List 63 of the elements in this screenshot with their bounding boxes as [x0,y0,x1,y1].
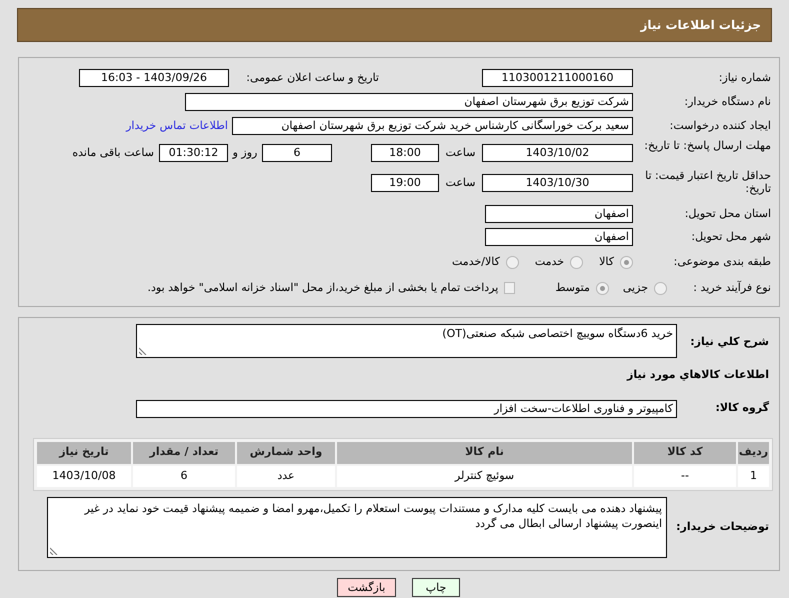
column-header: نام کالا [337,442,632,464]
input-field: اصفهان [485,205,633,223]
resize-handle-icon[interactable] [50,546,58,554]
option-label: خدمت [534,254,564,270]
option-label: متوسط [555,280,590,296]
radio-button[interactable] [596,282,609,294]
option-label: کالا/خدمت [452,254,500,270]
field-label: شماره نیاز: [718,70,771,86]
table-cell: -- [634,466,736,486]
time-label: ساعت [444,144,476,161]
column-header: تاریخ نیاز [37,442,131,464]
option-label: کالا [599,254,614,270]
input-field: 6 [262,144,332,162]
print-button[interactable]: چاپ [412,578,460,596]
table-cell: سوئیچ کنترلر [337,466,632,486]
input-field: اصفهان [485,228,633,246]
input-field: 1403/10/30 [482,174,633,192]
input-field: 1103001211000160 [482,69,633,87]
buyer-contact-link[interactable]: اطلاعات تماس خریدار [126,118,228,134]
field-label: شهر محل تحویل: [690,228,771,245]
text-area[interactable]: پیشنهاد دهنده می بایست کلیه مدارک و مستندات پیوست استعلام را تکمیل،مهرو امضا و ضمیمه پیشنهاد قیمت خود نماید در غیر اینصورت پیشنهاد ارسالی ابطال می گردد [47,496,667,558]
input-field: کامپیوتر و فناوری اطلاعات-سخت افزار [136,400,677,418]
field-label: استان محل تحویل: [684,206,771,222]
checkbox[interactable] [504,282,516,294]
table-cell: 1 [738,466,769,486]
days-label: روز و [231,144,258,161]
page-title: جزئیات اطلاعات نیاز [640,17,761,34]
column-header: کد کالا [634,442,736,464]
input-field: سعید برکت خوراسگانی کارشناس خرید شرکت توزیع برق شهرستان اصفهان [232,117,633,135]
back-button[interactable]: بازگشت [337,578,396,596]
field-label: گروه کالا: [714,400,769,416]
input-field: 18:00 [371,144,439,162]
radio-button[interactable] [506,256,519,268]
radio-button[interactable] [654,282,667,294]
table-cell: عدد [237,466,335,486]
input-field: 1403/10/02 [482,144,633,162]
field-label: شرح کلي نیاز: [689,334,769,350]
field-label: حداقل تاریخ اعتبار قیمت: تا تاریخ: [644,169,771,195]
column-header: واحد شمارش [237,442,335,464]
time-label: ساعت [444,174,476,191]
table-cell: 1403/10/08 [37,466,131,486]
field-label: توضیحات خریدار: [675,518,769,535]
input-field: 19:00 [371,174,439,192]
payment-note: پرداخت تمام یا بخشی از مبلغ خرید،از محل "اسناد خزانه اسلامی" خواهد بود. [148,280,498,296]
table-cell: 6 [133,466,235,486]
text-area[interactable]: خرید 6دستگاه سوییچ اختصاصی شبکه صنعتی(OT) [136,324,677,358]
input-field: 1403/09/26 - 16:03 [79,69,229,87]
resize-handle-icon[interactable] [139,347,147,355]
radio-button[interactable] [570,256,584,268]
field-label: نوع فرآیند خرید : [692,280,771,296]
field-label: تاریخ و ساعت اعلان عمومی: [245,70,379,86]
remaining-time-label: ساعت باقی مانده [72,144,154,161]
input-field: 01:30:12 [159,144,228,162]
radio-button[interactable] [620,256,633,268]
field-label: ایجاد کننده درخواست: [668,118,771,134]
column-header: تعداد / مقدار [133,442,235,464]
field-label: مهلت ارسال پاسخ: تا تاریخ: [643,139,771,152]
section-title: اطلاعات کالاهاي مورد نیاز [627,368,769,381]
field-label: طبقه بندی موضوعی: [672,254,771,270]
input-field: شرکت توزیع برق شهرستان اصفهان [185,93,633,111]
field-label: نام دستگاه خریدار: [683,94,771,110]
option-label: جزیی [622,280,648,296]
column-header: ردیف [738,442,769,464]
